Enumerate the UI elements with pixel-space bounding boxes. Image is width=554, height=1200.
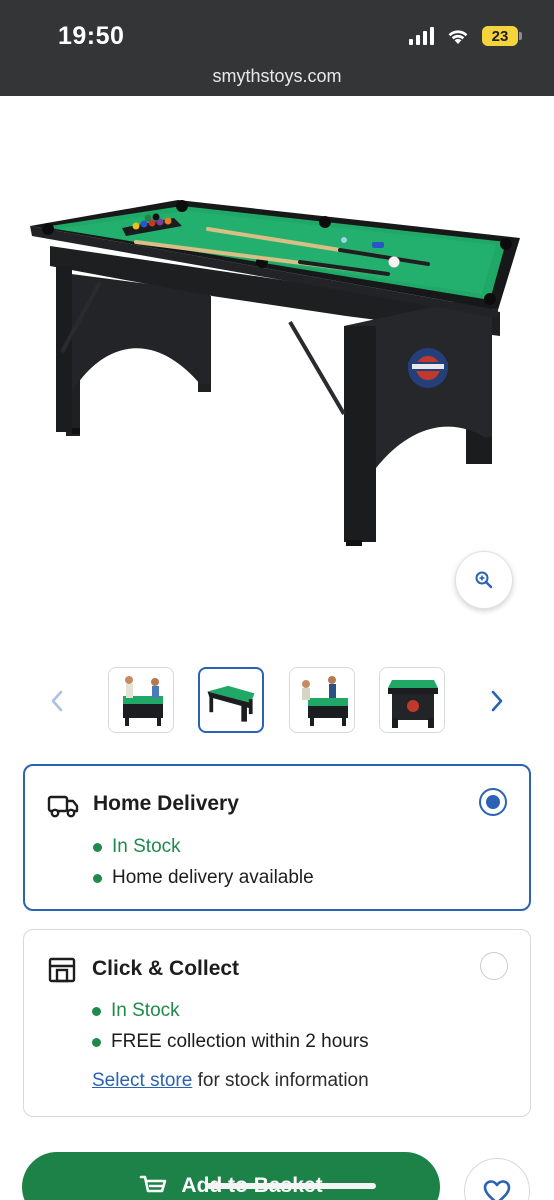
chevron-right-icon (491, 690, 503, 712)
pool-table-players-photo-icon (302, 676, 348, 726)
pool-table-photo-icon (207, 685, 255, 722)
browser-top-bar: 19:50 23 smythstoys.com (0, 0, 554, 96)
status-icons: 23 (409, 26, 522, 46)
wifi-icon (448, 30, 468, 44)
pool-table-front-photo-icon (388, 680, 438, 728)
battery-indicator: 23 (482, 26, 522, 46)
home-delivery-radio[interactable] (479, 788, 507, 816)
thumbnail-next-button[interactable] (482, 684, 512, 718)
thumbnail-3[interactable] (289, 667, 355, 733)
wishlist-button[interactable] (464, 1158, 530, 1200)
click-collect-radio[interactable] (480, 952, 508, 980)
home-delivery-option[interactable]: Home Delivery In Stock Home delivery ava… (23, 764, 531, 911)
cart-icon (140, 1175, 167, 1193)
select-store-suffix: for stock information (192, 1070, 369, 1091)
click-collect-title: Click & Collect (92, 957, 240, 980)
select-store-row: Select store for stock information (92, 1070, 369, 1092)
status-time: 19:50 (58, 22, 125, 50)
home-delivery-availability: Home delivery available (93, 867, 314, 889)
click-collect-availability: FREE collection within 2 hours (92, 1031, 369, 1053)
thumbnail-prev-button[interactable] (42, 684, 72, 718)
add-to-basket-button[interactable]: Add to Basket (22, 1152, 440, 1200)
zoom-button[interactable] (455, 551, 513, 609)
address-bar-url[interactable]: smythstoys.com (0, 66, 554, 87)
zoom-in-icon (475, 571, 493, 589)
select-store-link[interactable]: Select store (92, 1070, 192, 1091)
click-collect-stock-status: In Stock (92, 1000, 180, 1022)
chevron-left-icon (51, 690, 63, 712)
in-stock-dot-icon (92, 1006, 101, 1016)
pool-table-players-photo-icon (123, 676, 163, 726)
truck-icon (47, 795, 79, 818)
thumbnail-2[interactable] (198, 667, 264, 733)
thumbnail-1[interactable] (108, 667, 174, 733)
thumbnail-4[interactable] (379, 667, 445, 733)
home-delivery-title: Home Delivery (93, 792, 239, 815)
availability-dot-icon (93, 873, 102, 883)
home-delivery-stock-status: In Stock (93, 836, 181, 858)
cellular-signal-icon (409, 27, 434, 45)
home-indicator (206, 1183, 376, 1189)
store-icon (48, 957, 76, 983)
heart-icon (483, 1180, 511, 1200)
availability-dot-icon (92, 1037, 101, 1047)
click-collect-option[interactable]: Click & Collect In Stock FREE collection… (23, 929, 531, 1117)
in-stock-dot-icon (93, 842, 102, 852)
